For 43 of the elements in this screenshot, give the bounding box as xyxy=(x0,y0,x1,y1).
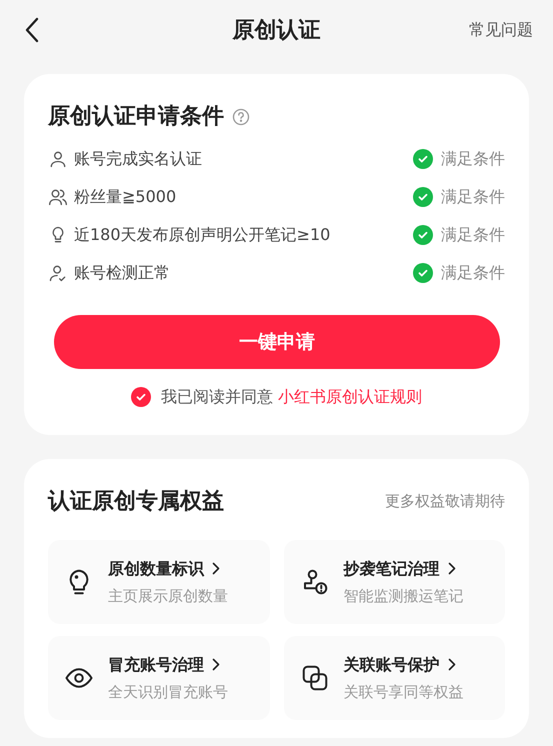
condition-label: 粉丝量≧5000 xyxy=(74,186,178,208)
checkmark-icon xyxy=(417,191,429,203)
checkmark-icon xyxy=(417,229,429,241)
condition-label: 近180天发布原创声明公开笔记≥10 xyxy=(74,224,332,246)
card-title: 认证原创专属权益 xyxy=(48,488,224,516)
condition-label: 账号完成实名认证 xyxy=(74,148,203,170)
benefit-subtitle: 主页展示原创数量 xyxy=(108,586,228,607)
faq-link[interactable]: 常见问题 xyxy=(469,18,533,42)
chevron-icon xyxy=(448,658,456,672)
chevron-icon xyxy=(212,658,220,672)
agreement-text: 我已阅读并同意 xyxy=(160,387,273,406)
benefit-subtitle: 全天识别冒充账号 xyxy=(108,682,228,703)
checkmark-icon xyxy=(417,267,429,279)
checkmark-icon xyxy=(417,153,429,165)
condition-status: 满足条件 xyxy=(441,224,505,246)
benefit-card[interactable]: 冒充账号治理 全天识别冒充账号 xyxy=(48,636,270,720)
apply-button[interactable]: 一键申请 xyxy=(54,315,500,369)
agree-checkbox[interactable] xyxy=(130,387,151,407)
benefit-card[interactable]: 关联账号保护 关联号享同等权益 xyxy=(284,636,505,720)
condition-status: 满足条件 xyxy=(441,148,505,170)
benefit-card[interactable]: 抄袭笔记治理 智能监测搬运笔记 xyxy=(284,540,505,624)
condition-status: 满足条件 xyxy=(441,186,505,208)
condition-status: 满足条件 xyxy=(441,262,505,284)
users-icon xyxy=(48,187,68,207)
checkmark-icon xyxy=(134,391,147,403)
page-title: 原创认证 xyxy=(232,16,320,44)
help-icon[interactable] xyxy=(232,108,250,126)
benefit-subtitle: 智能监测搬运笔记 xyxy=(344,586,464,607)
card-title: 原创认证申请条件 xyxy=(48,103,224,131)
benefit-card[interactable]: 原创数量标识 主页展示原创数量 xyxy=(48,540,270,624)
benefit-title: 关联账号保护 xyxy=(344,654,440,676)
condition-label: 账号检测正常 xyxy=(74,262,171,284)
rules-link[interactable]: 小红书原创认证规则 xyxy=(278,387,422,406)
chevron-icon xyxy=(448,562,456,576)
back-icon[interactable] xyxy=(24,16,40,44)
user-icon xyxy=(48,149,68,169)
more-benefits-note: 更多权益敬请期待 xyxy=(385,491,505,512)
chevron-icon xyxy=(212,562,220,576)
benefit-title: 冒充账号治理 xyxy=(108,654,204,676)
benefit-title: 原创数量标识 xyxy=(108,558,204,580)
benefit-subtitle: 关联号享同等权益 xyxy=(344,682,464,703)
user-check-icon xyxy=(48,263,68,283)
benefit-title: 抄袭笔记治理 xyxy=(344,558,440,580)
